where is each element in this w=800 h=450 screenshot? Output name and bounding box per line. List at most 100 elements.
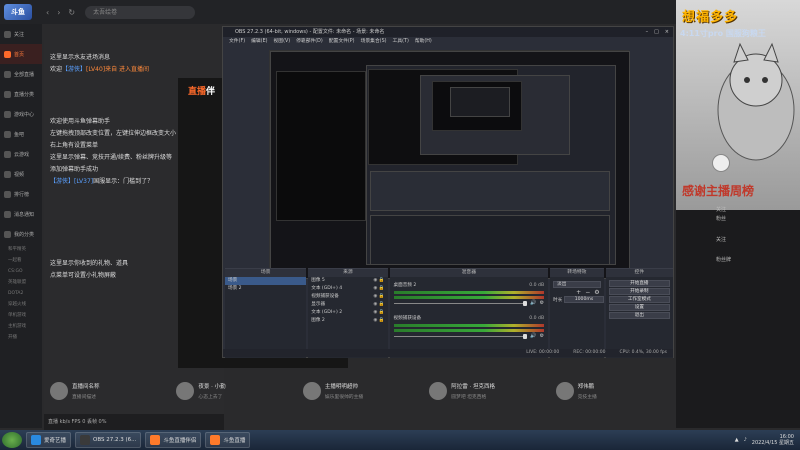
stream-card[interactable]: 主播明明超帅 娱乐里很帅的主播 [297, 372, 423, 428]
visibility-icon[interactable]: ◉ 🔒 [373, 285, 384, 293]
sidebar-bottom-item[interactable]: 单机游戏 [0, 310, 42, 321]
sidebar-item[interactable]: 我的分类 [0, 224, 42, 244]
obs-menu-item[interactable]: 文件(F) [229, 37, 245, 46]
sidebar-item[interactable]: 全部直播 [0, 64, 42, 84]
chat-user-tag[interactable]: 【游侠】 [62, 66, 86, 73]
transition-select[interactable]: 淡出 [553, 281, 601, 288]
gear-icon[interactable]: ⚙ [540, 333, 544, 339]
sidebar-item[interactable]: 直播分类 [0, 84, 42, 104]
clock[interactable]: 16:00 2022/4/15 星期五 [752, 434, 794, 446]
taskbar-app[interactable]: 斗鱼直播伴侣 [145, 432, 202, 448]
obs-preview-canvas[interactable] [269, 50, 630, 279]
sidebar-item-label: 关注 [14, 31, 25, 38]
stream-card[interactable]: 郑伟鹏 竞技主播 [550, 372, 676, 428]
sidebar-bottom-item[interactable]: 主机游戏 [0, 321, 42, 332]
back-icon[interactable]: ‹ [46, 8, 49, 17]
visibility-icon[interactable]: ◉ 🔒 [373, 301, 384, 309]
obs-window: OBS 27.2.3 (64-bit, windows) - 配置文件: 未命名… [222, 26, 674, 358]
taskbar-app[interactable]: 爱奇艺播 [26, 432, 72, 448]
control-button[interactable]: 退出 [608, 312, 671, 319]
sidebar-item[interactable]: 鱼吧 [0, 124, 42, 144]
gear-icon[interactable]: ⚙ [594, 289, 599, 296]
remove-icon[interactable]: − [585, 289, 590, 296]
volume-slider-knob[interactable] [523, 300, 528, 306]
sidebar-item[interactable]: 游戏中心 [0, 104, 42, 124]
streamer-avatar[interactable] [712, 154, 730, 172]
taskbar-app[interactable]: OBS 27.2.3 (6... [75, 432, 142, 448]
stream-card-avatar[interactable] [555, 382, 574, 400]
sidebar-subitem[interactable]: DOTA2 [0, 288, 42, 299]
sidebar-subitem[interactable]: 和平精英 [0, 244, 42, 255]
stream-card-avatar[interactable] [50, 382, 68, 400]
obs-menu-item[interactable]: 工具(T) [393, 37, 409, 46]
volume-slider-knob[interactable] [523, 333, 528, 339]
stream-card-avatar[interactable] [176, 382, 195, 400]
control-button[interactable]: 开始直播 [608, 280, 671, 287]
visibility-icon[interactable]: ◉ 🔒 [373, 309, 384, 317]
refresh-icon[interactable]: ↻ [68, 8, 75, 17]
forward-icon[interactable]: › [57, 8, 60, 17]
scenes-dock: 场景 场景场景 2 + − ∧ ∨ [225, 268, 307, 358]
sidebar-item-label: 游戏中心 [14, 111, 35, 118]
sidebar-item[interactable]: 排行榜 [0, 184, 42, 204]
sidebar-bottom-item[interactable]: 开播 [0, 332, 42, 343]
stream-card[interactable]: 阿拉雷 · 坦克西格 圆梦吧 坦克西格 [423, 372, 549, 428]
control-button[interactable]: 工作室模式 [608, 296, 671, 303]
visibility-icon[interactable]: ◉ 🔒 [373, 293, 384, 301]
start-button[interactable] [2, 432, 22, 448]
visibility-icon[interactable]: ◉ 🔒 [373, 277, 384, 285]
source-item-label: 视频捕获设备 [311, 294, 339, 299]
sidebar-subitem[interactable]: 穿越火线 [0, 299, 42, 310]
obs-menu-item[interactable]: 停靠部件(D) [296, 37, 323, 46]
sidebar-item[interactable]: 消息通知 [0, 204, 42, 224]
stream-card[interactable]: 直播间名称 直播间描述 [44, 372, 170, 428]
source-item[interactable]: 文本 (GDI+) 4 ◉ 🔒 [308, 285, 387, 293]
source-item[interactable]: 文本 (GDI+) 2 ◉ 🔒 [308, 309, 387, 317]
follow-label[interactable]: 关注 [716, 236, 726, 243]
sidebar-item[interactable]: 首页 [0, 44, 42, 64]
stream-card-avatar[interactable] [302, 382, 321, 400]
sidebar-subitem[interactable]: 英雄联盟 [0, 277, 42, 288]
volume-slider[interactable] [393, 333, 528, 339]
stream-card[interactable]: 夜景 · 小勤 心态上去了 [170, 372, 296, 428]
gear-icon[interactable]: ⚙ [540, 300, 544, 306]
source-item[interactable]: 视频捕获设备 ◉ 🔒 [308, 293, 387, 301]
obs-menu-item[interactable]: 视图(V) [273, 37, 290, 46]
scene-item[interactable]: 场景 [225, 277, 307, 285]
control-button[interactable]: 开始录制 [608, 288, 671, 295]
fans-label[interactable]: 粉丝牌 [716, 256, 731, 263]
obs-menu-bar: 文件(F) 编辑(E) 视图(V) 停靠部件(D) 配置文件(P) 场景集合(S) 工具(T… [223, 37, 673, 46]
sidebar-item[interactable]: 云游戏 [0, 144, 42, 164]
obs-menu-item[interactable]: 配置文件(P) [329, 37, 355, 46]
sidebar-subitem[interactable]: CS:GO [0, 266, 42, 277]
volume-icon[interactable]: ♪ [744, 437, 747, 443]
app-logo[interactable]: 斗鱼 [4, 4, 32, 20]
obs-minimize-icon[interactable]: – [646, 27, 649, 37]
obs-menu-item[interactable]: 场景集合(S) [361, 37, 387, 46]
sidebar-subitem[interactable]: 一起看 [0, 255, 42, 266]
duration-input[interactable]: 1000ms [564, 296, 604, 303]
sidebar-item[interactable]: 视频 [0, 164, 42, 184]
taskbar-app[interactable]: 斗鱼直播 [205, 432, 251, 448]
visibility-icon[interactable]: ◉ 🔒 [373, 317, 384, 325]
network-icon[interactable]: ▲ [735, 437, 739, 443]
control-button[interactable]: 设置 [608, 304, 671, 311]
duration-label: 时长 [553, 297, 563, 303]
obs-menu-item[interactable]: 帮助(H) [415, 37, 432, 46]
scene-item[interactable]: 场景 2 [225, 285, 306, 293]
obs-close-icon[interactable]: × [665, 27, 669, 37]
mixer-channel: 视频捕获设备 0.0 dB 🔊 ⚙ [390, 316, 549, 339]
source-item[interactable]: 图像 5 ◉ 🔒 [308, 277, 387, 285]
speaker-icon[interactable]: 🔊 [530, 333, 536, 339]
stream-card-avatar[interactable] [429, 382, 448, 400]
source-item[interactable]: 显示器 ◉ 🔒 [308, 301, 387, 309]
search-input[interactable]: 太吾绘卷 [85, 5, 196, 19]
obs-menu-item[interactable]: 编辑(E) [251, 37, 267, 46]
source-item[interactable]: 图像 2 ◉ 🔒 [308, 317, 387, 325]
volume-slider[interactable] [393, 300, 528, 306]
speaker-icon[interactable]: 🔊 [530, 300, 536, 306]
chat-user-tag[interactable]: 【游侠】[LV37] [50, 178, 93, 185]
obs-maximize-icon[interactable]: □ [654, 27, 659, 37]
sidebar-item[interactable]: 关注 [0, 24, 42, 44]
add-icon[interactable]: + [576, 289, 581, 296]
